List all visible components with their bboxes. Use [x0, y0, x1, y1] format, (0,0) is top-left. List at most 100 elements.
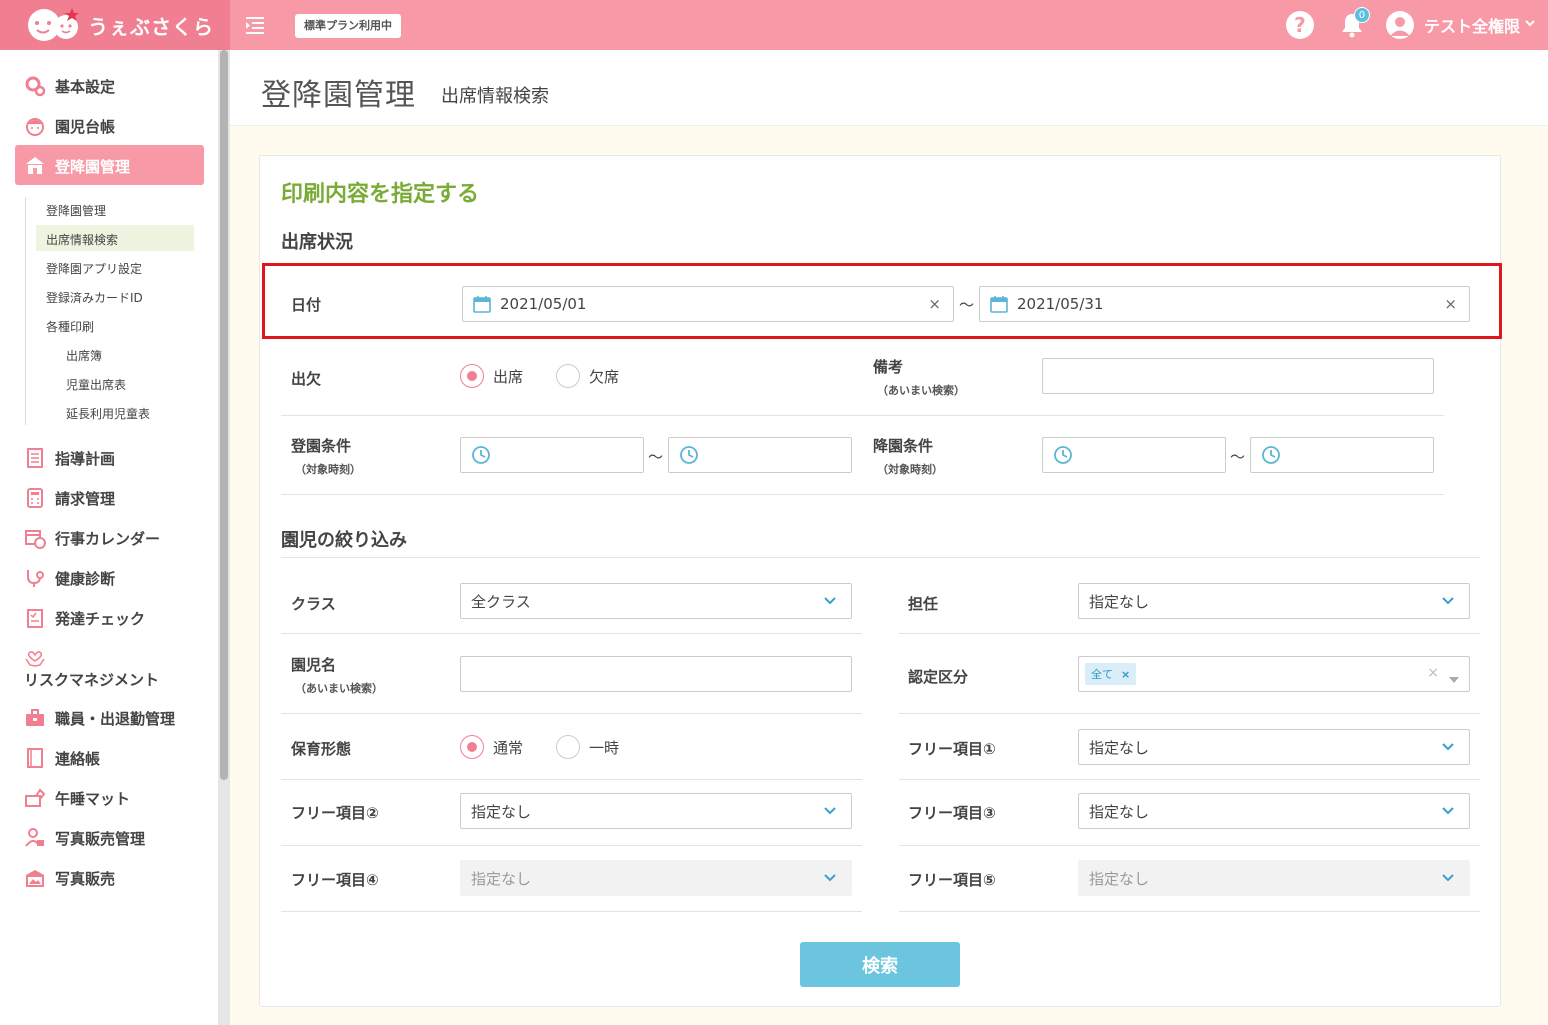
sidebar-item-health-check[interactable]: 健康診断 [24, 567, 115, 589]
chevron-down-icon [823, 871, 837, 885]
teacher-select[interactable]: 指定なし [1078, 583, 1470, 619]
submenu-item-attendance-search[interactable]: 出席情報検索 [46, 231, 118, 248]
sidebar-item-label: 写真販売 [55, 869, 116, 888]
photo-shop-icon [24, 867, 46, 889]
class-label: クラス [291, 595, 336, 613]
certification-multiselect[interactable]: 全て × × [1078, 656, 1470, 692]
divider [899, 911, 1480, 912]
sidebar-item-label: 園児台帳 [55, 117, 116, 136]
sidebar-scrollbar-thumb[interactable] [220, 50, 228, 780]
user-avatar-icon[interactable] [1385, 11, 1414, 39]
sidebar-item-label: 登降園管理 [55, 157, 131, 176]
divider [281, 557, 1480, 558]
range-separator: ～ [1230, 448, 1246, 466]
remove-tag-icon[interactable]: × [1121, 668, 1130, 681]
radio-normal[interactable]: 通常 [460, 735, 523, 759]
divider [281, 415, 1444, 416]
sidebar-item-photo-sales[interactable]: 写真販売 [24, 867, 115, 889]
arrival-time-to-input[interactable] [668, 437, 852, 473]
sidebar-item-attendance[interactable]: 登降園管理 [24, 155, 130, 177]
sidebar-item-billing[interactable]: 請求管理 [24, 487, 115, 509]
clock-icon [471, 445, 491, 465]
clock-icon [679, 445, 699, 465]
sidebar-item-label: 職員・出退勤管理 [55, 709, 176, 728]
chevron-down-icon [1441, 740, 1455, 754]
sidebar-scrollbar[interactable] [218, 50, 230, 1025]
book-icon [24, 747, 46, 769]
card-title: 印刷内容を指定する [281, 182, 480, 207]
radio-present[interactable]: 出席 [460, 364, 523, 388]
clear-all-icon[interactable]: × [1427, 665, 1439, 681]
submenu-item-app-settings[interactable]: 登降園アプリ設定 [46, 260, 142, 277]
logo[interactable]: うぇぶさくら [0, 0, 230, 50]
remarks-input[interactable] [1042, 358, 1434, 394]
help-icon[interactable]: ? [1285, 11, 1314, 39]
radio-temporary[interactable]: 一時 [556, 735, 619, 759]
divider [281, 713, 862, 714]
certification-label: 認定区分 [908, 668, 969, 686]
free2-select-value: 指定なし [471, 802, 532, 821]
menu-toggle-icon[interactable] [244, 14, 268, 36]
sidebar-item-label: リスクマネジメント [24, 671, 160, 689]
remarks-sublabel: （あいまい検索） [877, 384, 965, 397]
user-name[interactable]: テスト全権限 [1424, 13, 1520, 37]
sidebar-item-child-ledger[interactable]: 園児台帳 [24, 115, 115, 137]
sidebar-item-risk-management[interactable]: リスクマネジメント [24, 647, 159, 690]
sidebar-item-label: 発達チェック [55, 609, 146, 628]
annotation-highlight-box [262, 263, 1502, 339]
free1-select-value: 指定なし [1089, 738, 1150, 757]
radio-absent[interactable]: 欠席 [556, 364, 619, 388]
submenu-item-child-attendance-sheet[interactable]: 児童出席表 [66, 376, 126, 393]
calculator-icon [24, 487, 46, 509]
free1-select[interactable]: 指定なし [1078, 729, 1470, 765]
sidebar-item-label: 指導計画 [55, 449, 116, 468]
sidebar-item-label: 健康診断 [55, 569, 116, 588]
submenu-item-printing[interactable]: 各種印刷 [46, 318, 94, 335]
divider [281, 633, 862, 634]
arrival-time-from-input[interactable] [460, 437, 644, 473]
top-header: うぇぶさくら 標準プラン利用中 ? 0 テスト全権限 [0, 0, 1548, 50]
checklist-icon [24, 607, 46, 629]
submenu-item-attendance-management[interactable]: 登降園管理 [46, 202, 106, 219]
notification-bell[interactable]: 0 [1338, 7, 1370, 39]
divider [281, 779, 862, 780]
sidebar-item-nap-mat[interactable]: 午睡マット [24, 787, 130, 809]
class-select[interactable]: 全クラス [460, 583, 852, 619]
radio-temporary-circle [556, 735, 580, 759]
logo-text: うぇぶさくら [88, 14, 214, 39]
clock-icon [1053, 445, 1073, 465]
sidebar-item-event-calendar[interactable]: 行事カレンダー [24, 527, 160, 549]
sidebar-item-photo-sales-management[interactable]: 写真販売管理 [24, 827, 145, 849]
sidebar-item-guidance-plan[interactable]: 指導計画 [24, 447, 115, 469]
divider [281, 911, 862, 912]
submenu-item-attendance-book[interactable]: 出席簿 [66, 347, 102, 364]
chevron-down-icon[interactable] [1524, 17, 1536, 33]
free3-label: フリー項目③ [908, 804, 996, 822]
arrival-label: 登園条件 [291, 437, 352, 455]
chevron-down-icon [823, 804, 837, 818]
arrival-sublabel: （対象時刻） [295, 463, 361, 476]
child-face-icon [24, 115, 46, 137]
search-button[interactable]: 検索 [800, 942, 960, 987]
divider [899, 713, 1480, 714]
presence-label: 出欠 [291, 370, 322, 388]
free2-select[interactable]: 指定なし [460, 793, 852, 829]
stethoscope-icon [24, 567, 46, 589]
sidebar-item-staff[interactable]: 職員・出退勤管理 [24, 707, 175, 729]
sidebar-item-basic-settings[interactable]: 基本設定 [24, 75, 115, 97]
departure-time-from-input[interactable] [1042, 437, 1226, 473]
radio-normal-circle [460, 735, 484, 759]
sidebar-item-label: 写真販売管理 [55, 829, 146, 848]
free4-label: フリー項目④ [291, 871, 379, 889]
class-select-value: 全クラス [471, 592, 531, 611]
departure-label: 降園条件 [873, 437, 934, 455]
departure-time-to-input[interactable] [1250, 437, 1434, 473]
submenu-item-extended-use-sheet[interactable]: 延長利用児童表 [66, 405, 150, 422]
free3-select[interactable]: 指定なし [1078, 793, 1470, 829]
child-name-input[interactable] [460, 656, 852, 692]
sidebar-item-contact-book[interactable]: 連絡帳 [24, 747, 100, 769]
sidebar-item-development-check[interactable]: 発達チェック [24, 607, 145, 629]
submenu-item-card-id[interactable]: 登録済みカードID [46, 289, 143, 306]
gear-icon [24, 75, 46, 97]
clock-icon [1261, 445, 1281, 465]
